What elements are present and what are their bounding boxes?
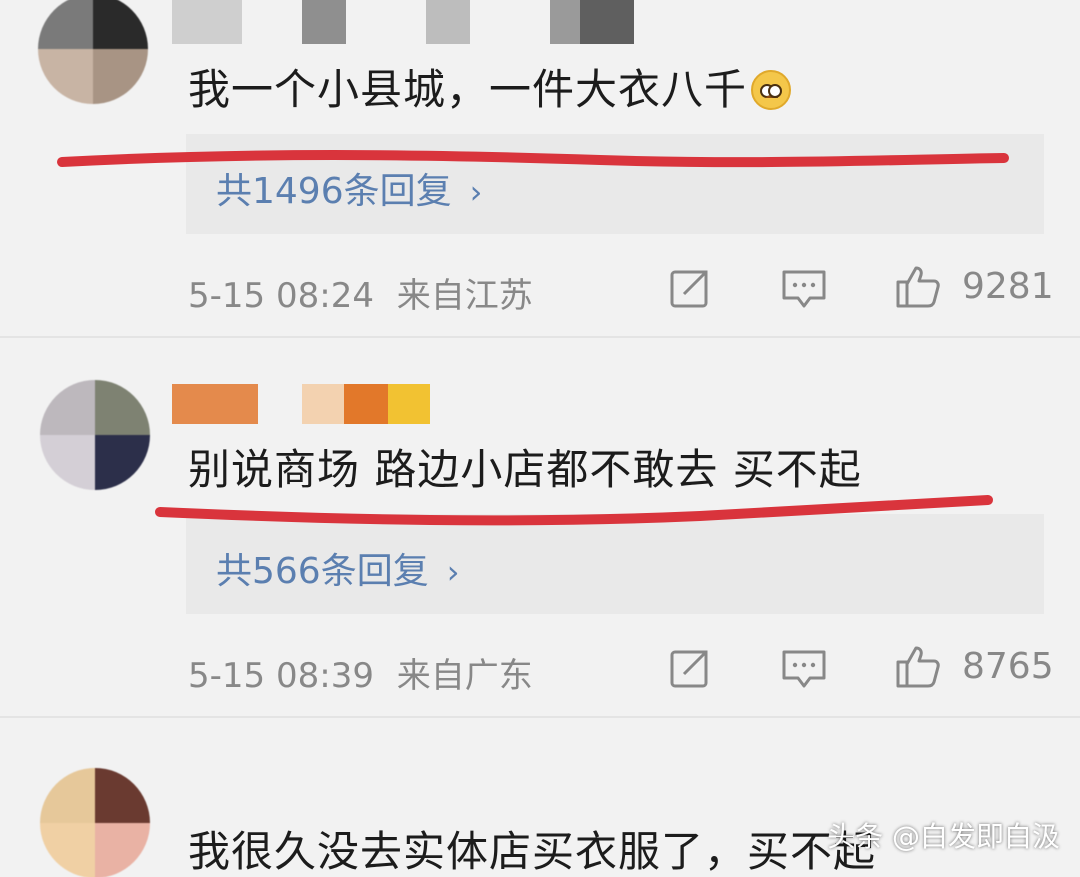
- avatar[interactable]: [38, 0, 148, 104]
- chevron-right-icon: ›: [446, 553, 460, 591]
- timestamp: 5-15 08:39: [188, 656, 374, 696]
- comment-meta: 5-15 08:39 来自广东: [188, 648, 533, 697]
- comment-text: 我很久没去实体店买衣服了，买不起: [188, 827, 877, 876]
- divider: [0, 716, 1080, 718]
- timestamp: 5-15 08:24: [188, 276, 374, 316]
- share-button[interactable]: [668, 646, 712, 690]
- watermark: 头条 @白发即白汲: [827, 820, 1060, 853]
- comment-icon: [782, 270, 826, 308]
- pleading-face-emoji: [751, 70, 792, 110]
- location: 来自广东: [396, 656, 533, 696]
- reply-button[interactable]: [780, 646, 828, 690]
- reply-box: 共566条回复 ›: [186, 514, 1044, 614]
- comment-text: 我一个小县城，一件大衣八千: [188, 56, 792, 117]
- location: 来自江苏: [396, 276, 533, 316]
- comment-meta: 5-15 08:24 来自江苏: [188, 268, 533, 317]
- comment-icon: [782, 650, 826, 688]
- like-count: 9281: [962, 265, 1054, 307]
- thumbs-up-icon: [896, 266, 940, 308]
- share-icon: [670, 650, 708, 688]
- comment-text: 别说商场 路边小店都不敢去 买不起: [188, 445, 862, 494]
- chevron-right-icon: ›: [469, 173, 483, 211]
- share-icon: [670, 270, 708, 308]
- username-blurred[interactable]: [172, 384, 430, 424]
- reply-button[interactable]: [780, 266, 828, 310]
- like-button[interactable]: 9281: [894, 262, 1054, 310]
- reply-box: 共1496条回复 ›: [186, 134, 1044, 234]
- like-count: 8765: [962, 645, 1054, 687]
- like-button[interactable]: 8765: [894, 642, 1054, 690]
- view-replies-link[interactable]: 共1496条回复 ›: [216, 162, 482, 214]
- view-replies-link[interactable]: 共566条回复 ›: [216, 542, 460, 594]
- divider: [0, 336, 1080, 338]
- avatar[interactable]: [40, 380, 150, 490]
- avatar[interactable]: [40, 768, 150, 877]
- thumbs-up-icon: [896, 646, 940, 688]
- share-button[interactable]: [668, 266, 712, 310]
- username-blurred[interactable]: [172, 0, 634, 44]
